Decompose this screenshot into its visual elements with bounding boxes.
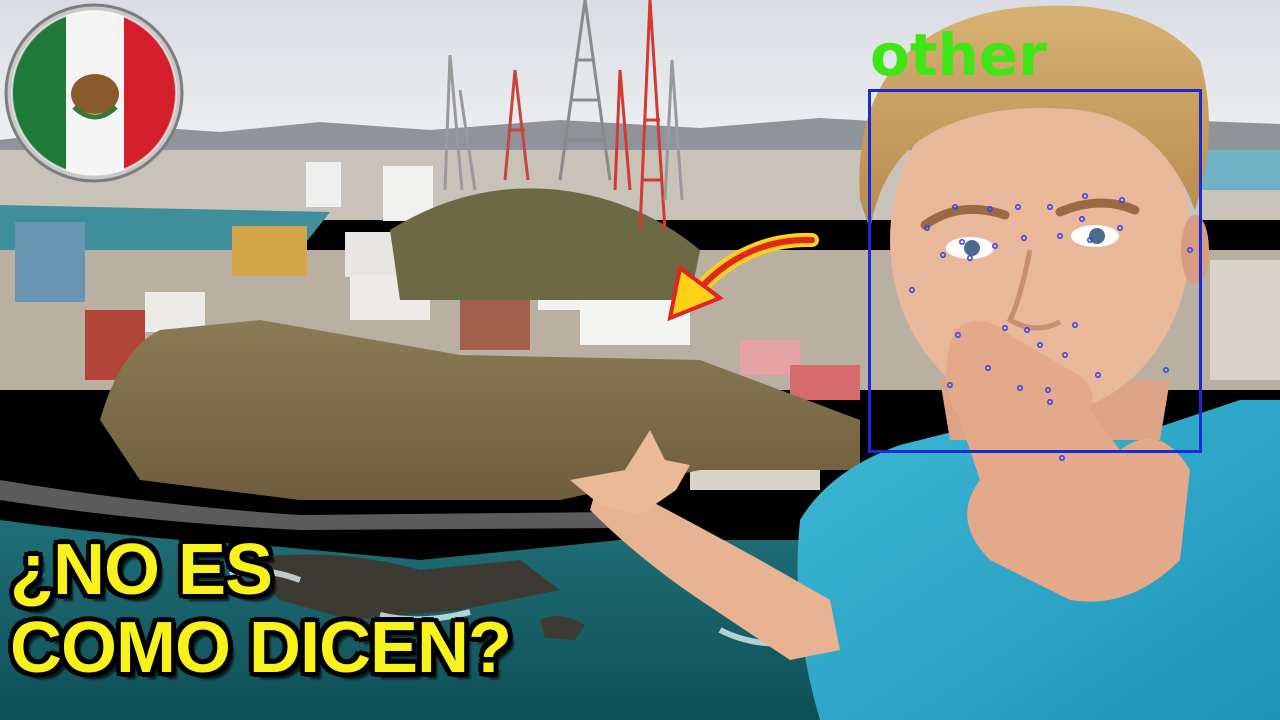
face-bounding-box [868, 89, 1202, 453]
detection-label: other [870, 21, 1047, 89]
bay-water-right [1200, 150, 1280, 190]
thumbnail: other ¿NO ES COMO DICEN? [0, 0, 1280, 720]
caption-line-1: ¿NO ES [10, 530, 273, 610]
caption-line-2: COMO DICEN? [10, 608, 512, 688]
mexico-flag-icon [4, 3, 184, 183]
